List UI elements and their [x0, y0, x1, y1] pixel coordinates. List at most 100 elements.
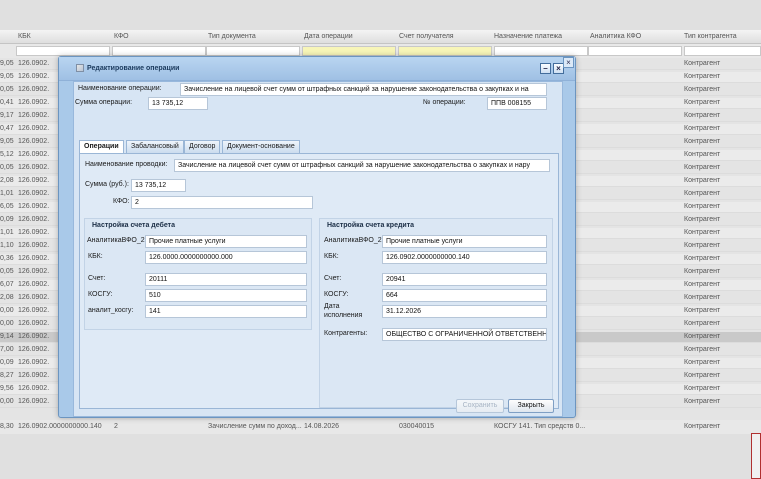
cell-prefix: 9,05	[0, 60, 14, 67]
credit-analytics-field[interactable]: Прочие платные услуги	[382, 235, 547, 248]
credit-contr-label: Контрагенты:	[324, 330, 368, 337]
tab-offbalance[interactable]: Забалансовый	[126, 140, 184, 153]
posting-name-field[interactable]: Зачисление на лицевой счет сумм от штраф…	[174, 159, 550, 172]
cell-kbk: 126.0902.	[18, 164, 50, 171]
cell-kbk: 126.0902.	[18, 385, 50, 392]
debit-kosgu-label: КОСГУ:	[88, 291, 113, 298]
save-button[interactable]: Сохранить	[456, 399, 504, 413]
filter-input[interactable]	[588, 46, 682, 56]
op-name-field[interactable]: Зачисление на лицевой счет сумм от штраф…	[180, 83, 547, 96]
filter-input[interactable]	[112, 46, 206, 56]
cell-doctype: Зачисление сумм по доход...	[208, 423, 302, 430]
cell-prefix: 0,00	[0, 320, 14, 327]
cell-kbk: 126.0902.	[18, 73, 50, 80]
cell-kbk: 126.0902.	[18, 255, 50, 262]
corner-panel	[751, 433, 761, 479]
cell-prefix: 0,05	[0, 164, 14, 171]
grid-col-kbk[interactable]: КБК	[18, 33, 31, 40]
debit-section: Настройка счета дебета АналитикаВФО_2 Пр…	[84, 218, 312, 330]
debit-kbk-field[interactable]: 126.0000.0000000000.000	[145, 251, 307, 264]
tab-operations[interactable]: Операции	[79, 140, 124, 154]
cell-purpose: КОСГУ 141. Тип средств 0...	[494, 423, 586, 430]
grid-header: КБК КФО Тип документа Дата операции Счет…	[0, 30, 761, 44]
outer-close-icon[interactable]: ×	[563, 57, 574, 68]
cell-kbk: 126.0902.	[18, 216, 50, 223]
tab-contract[interactable]: Договор	[184, 140, 221, 153]
grid-col-purpose[interactable]: Назначение платежа	[494, 33, 562, 40]
cell-contr-type: Контрагент	[684, 151, 721, 158]
filter-input[interactable]	[398, 46, 492, 56]
filter-input[interactable]	[684, 46, 761, 56]
credit-kosgu-label: КОСГУ:	[324, 291, 349, 298]
cell-kbk: 126.0902.	[18, 177, 50, 184]
cell-prefix: 7,00	[0, 346, 14, 353]
grid-col-kfo[interactable]: КФО	[114, 33, 129, 40]
tab-strip: Операции Забалансовый Договор Документ-о…	[79, 140, 559, 154]
table-row[interactable]: 8,30 126.0902.0000000000.140 2 Зачислени…	[0, 420, 761, 434]
debit-analytics-label: АналитикаВФО_2	[87, 237, 145, 244]
credit-account-field[interactable]: 20941	[382, 273, 547, 286]
op-sum-label: Сумма операции:	[75, 99, 133, 106]
dialog-title: Редактирование операции	[87, 65, 180, 72]
credit-date-field[interactable]: 31.12.2026	[382, 305, 547, 318]
cell-kbk: 126.0902.	[18, 203, 50, 210]
filter-input[interactable]	[302, 46, 396, 56]
debit-account-field[interactable]: 20111	[145, 273, 307, 286]
op-sum-field[interactable]: 13 735,12	[148, 97, 208, 110]
cell-contr-type: Контрагент	[684, 112, 721, 119]
cell-contr-type: Контрагент	[684, 398, 721, 405]
sum-label: Сумма (руб.):	[85, 181, 129, 188]
cell-contr-type: Контрагент	[684, 307, 721, 314]
dialog-titlebar[interactable]: Редактирование операции – ×	[59, 57, 575, 81]
debit-analytics-field[interactable]: Прочие платные услуги	[145, 235, 307, 248]
grid-col-analytics[interactable]: Аналитика КФО	[590, 33, 641, 40]
cell-kbk: 126.0902.	[18, 229, 50, 236]
cell-contr-type: Контрагент	[684, 333, 721, 340]
cell-kbk: 126.0902.	[18, 125, 50, 132]
filter-input[interactable]	[206, 46, 300, 56]
tab-panel-operations: Наименование проводки: Зачисление на лиц…	[79, 153, 559, 409]
grid-col-account[interactable]: Счет получателя	[399, 33, 454, 40]
cell-contr-type: Контрагент	[684, 294, 721, 301]
background-toolbar	[0, 0, 761, 30]
cell-contr-type: Контрагент	[684, 346, 721, 353]
collapse-button[interactable]: –	[540, 63, 551, 74]
filter-input[interactable]	[494, 46, 588, 56]
grid-col-doctype[interactable]: Тип документа	[208, 33, 256, 40]
grid-col-contr-type[interactable]: Тип контрагента	[684, 33, 737, 40]
background-footer	[0, 434, 761, 479]
dialog-body: Наименование операции: Зачисление на лиц…	[73, 81, 563, 417]
cell-contr-type: Контрагент	[684, 138, 721, 145]
credit-kosgu-field[interactable]: 664	[382, 289, 547, 302]
cell-kbk: 126.0902.0000000000.140	[18, 423, 102, 430]
cell-prefix: 1,01	[0, 229, 14, 236]
close-button[interactable]: Закрыть	[508, 399, 554, 413]
sum-field[interactable]: 13 735,12	[131, 179, 186, 192]
credit-section-title: Настройка счета кредита	[327, 222, 415, 229]
credit-contr-field[interactable]: ОБЩЕСТВО С ОГРАНИЧЕННОЙ ОТВЕТСТВЕНН	[382, 328, 547, 341]
credit-kbk-field[interactable]: 126.0902.0000000000.140	[382, 251, 547, 264]
filter-input[interactable]	[16, 46, 110, 56]
debit-kosgu-field[interactable]: 510	[145, 289, 307, 302]
cell-kbk: 126.0902.	[18, 359, 50, 366]
kfo-field[interactable]: 2	[131, 196, 313, 209]
tab-basis-document[interactable]: Документ-основание	[222, 140, 300, 153]
cell-contr-type: Контрагент	[684, 242, 721, 249]
cell-kfo: 2	[114, 423, 118, 430]
debit-kbk-label: КБК:	[88, 253, 103, 260]
cell-kbk: 126.0902.	[18, 242, 50, 249]
credit-kbk-label: КБК:	[324, 253, 339, 260]
cell-kbk: 126.0902.	[18, 268, 50, 275]
edit-operation-dialog: Редактирование операции – × Наименование…	[58, 56, 576, 418]
cell-prefix: 9,56	[0, 385, 14, 392]
cell-contr-type: Контрагент	[684, 99, 721, 106]
cell-contr-type: Контрагент	[684, 229, 721, 236]
op-number-field[interactable]: ППВ 008155	[487, 97, 547, 110]
op-name-label: Наименование операции:	[78, 85, 162, 92]
cell-kbk: 126.0902.	[18, 281, 50, 288]
grid-col-date[interactable]: Дата операции	[304, 33, 353, 40]
cell-contr-type: Контрагент	[684, 372, 721, 379]
debit-akosgu-field[interactable]: 141	[145, 305, 307, 318]
cell-kbk: 126.0902.	[18, 320, 50, 327]
debit-account-label: Счет:	[88, 275, 106, 282]
